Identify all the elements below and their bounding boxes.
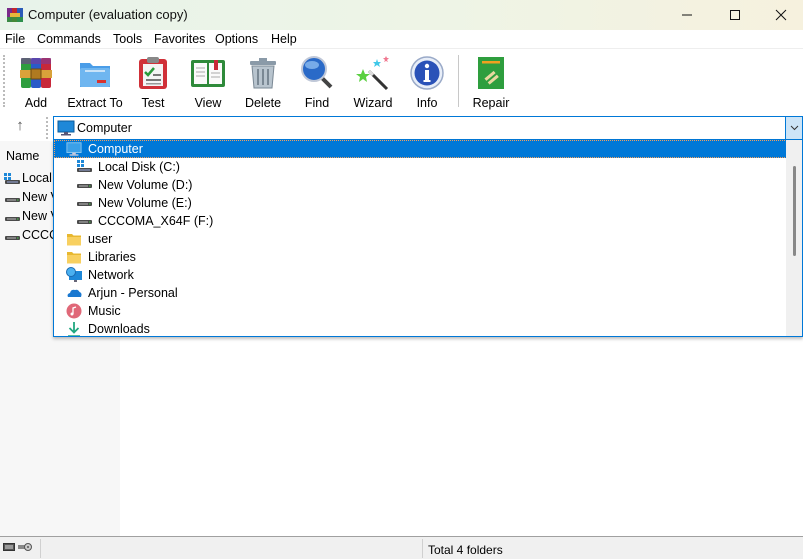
repair-icon xyxy=(478,57,504,89)
find-button[interactable]: Find xyxy=(299,55,335,111)
find-label: Find xyxy=(304,96,330,110)
dropdown-item-computer[interactable]: Computer xyxy=(54,140,787,158)
computer-icon xyxy=(66,142,82,156)
menu-bar: File Commands Tools Favorites Options He… xyxy=(0,30,803,49)
drive-icon xyxy=(5,198,20,202)
info-icon xyxy=(410,56,444,90)
add-label: Add xyxy=(24,96,48,110)
toolbar-grip[interactable] xyxy=(3,55,6,107)
extract-to-label: Extract To xyxy=(67,96,123,110)
add-archive-icon xyxy=(20,58,52,88)
address-dropdown-list[interactable]: Computer Local Disk (C:) New Volume (D:)… xyxy=(53,140,803,337)
address-value: Computer xyxy=(77,121,132,135)
title-bar: Computer (evaluation copy) xyxy=(0,0,803,30)
dropdown-scrollbar-thumb[interactable] xyxy=(793,166,796,256)
dropdown-scrollbar[interactable] xyxy=(786,140,802,336)
drive-icon xyxy=(5,236,20,240)
magic-wand-icon xyxy=(356,56,389,91)
toolbar: Add Extract To Test View Delete Find Wiz… xyxy=(0,49,803,113)
drive-icon xyxy=(77,220,92,224)
computer-icon xyxy=(57,120,75,136)
extract-to-button[interactable]: Extract To xyxy=(67,55,123,111)
drive-icon xyxy=(77,202,92,206)
chevron-down-icon xyxy=(790,125,798,131)
dropdown-item-user[interactable]: user xyxy=(54,230,787,248)
winrar-app-icon xyxy=(7,8,23,22)
menu-help[interactable]: Help xyxy=(271,32,297,46)
test-label: Test xyxy=(141,96,165,110)
status-text: Total 4 folders xyxy=(428,543,503,557)
wizard-label: Wizard xyxy=(353,96,393,110)
dropdown-item-new-volume-d[interactable]: New Volume (D:) xyxy=(54,176,787,194)
dropdown-item-onedrive[interactable]: Arjun - Personal xyxy=(54,284,787,302)
repair-button[interactable]: Repair xyxy=(472,55,510,111)
delete-label: Delete xyxy=(244,96,282,110)
repair-label: Repair xyxy=(472,96,510,110)
dropdown-item-new-volume-e[interactable]: New Volume (E:) xyxy=(54,194,787,212)
delete-button[interactable]: Delete xyxy=(245,55,281,111)
menu-file[interactable]: File xyxy=(5,32,25,46)
address-dropdown-button[interactable] xyxy=(785,117,802,139)
extract-folder-icon xyxy=(80,63,110,87)
minimize-button[interactable] xyxy=(664,0,710,30)
menu-favorites[interactable]: Favorites xyxy=(154,32,205,46)
address-grip[interactable] xyxy=(46,117,49,139)
address-combobox[interactable]: Computer xyxy=(53,116,803,140)
dropdown-item-music[interactable]: Music xyxy=(54,302,787,320)
drive-status-icon[interactable] xyxy=(3,542,15,552)
close-icon xyxy=(775,9,787,21)
window-title: Computer (evaluation copy) xyxy=(28,7,188,22)
dropdown-item-network[interactable]: Network xyxy=(54,266,787,284)
menu-options[interactable]: Options xyxy=(215,32,258,46)
drive-icon xyxy=(77,184,92,188)
folder-icon xyxy=(67,252,81,264)
dropdown-item-local-disk-c[interactable]: Local Disk (C:) xyxy=(54,158,787,176)
trash-icon xyxy=(250,58,276,89)
toolbar-separator xyxy=(458,55,459,107)
minimize-icon xyxy=(682,14,692,16)
info-button[interactable]: Info xyxy=(409,55,445,111)
menu-commands[interactable]: Commands xyxy=(37,32,101,46)
view-label: View xyxy=(194,96,222,110)
close-button[interactable] xyxy=(758,0,803,30)
test-clipboard-icon xyxy=(139,57,167,89)
view-button[interactable]: View xyxy=(186,55,230,111)
maximize-icon xyxy=(730,10,740,20)
menu-tools[interactable]: Tools xyxy=(113,32,142,46)
view-book-icon xyxy=(191,60,225,87)
magnifier-icon xyxy=(301,56,333,89)
password-key-icon[interactable] xyxy=(18,542,32,552)
info-label: Info xyxy=(416,96,438,110)
up-folder-button[interactable]: ↑ xyxy=(8,117,32,137)
maximize-button[interactable] xyxy=(712,0,758,30)
system-drive-icon xyxy=(4,173,20,184)
system-drive-icon xyxy=(77,160,92,172)
dropdown-item-cccoma-f[interactable]: CCCOMA_X64F (F:) xyxy=(54,212,787,230)
add-button[interactable]: Add xyxy=(18,55,54,111)
folder-icon xyxy=(67,234,81,246)
onedrive-icon xyxy=(67,289,82,297)
status-bar: Total 4 folders xyxy=(0,536,803,559)
network-icon xyxy=(66,267,82,282)
dropdown-item-downloads[interactable]: Downloads xyxy=(54,320,787,336)
address-bar-row: ↑ Computer xyxy=(0,113,803,141)
music-icon xyxy=(66,303,82,319)
wizard-button[interactable]: Wizard xyxy=(353,55,393,111)
dropdown-item-libraries[interactable]: Libraries xyxy=(54,248,787,266)
test-button[interactable]: Test xyxy=(136,55,170,111)
downloads-icon xyxy=(68,322,80,336)
drive-icon xyxy=(5,217,20,221)
